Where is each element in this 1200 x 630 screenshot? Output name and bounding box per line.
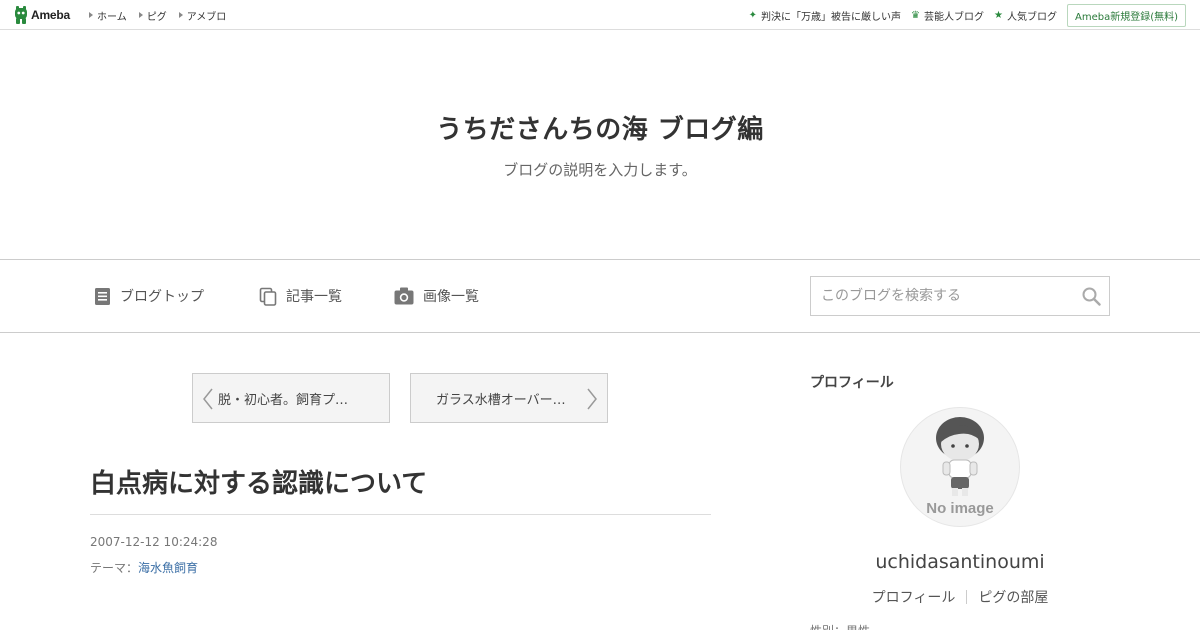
blog-header: うちださんちの海 ブログ編 ブログの説明を入力します。: [0, 31, 1200, 259]
chevron-right-icon: [587, 388, 597, 410]
global-nav-label: ピグ: [146, 11, 167, 23]
blog-title[interactable]: うちださんちの海 ブログ編: [0, 109, 1200, 146]
entry-theme: テーマ：海水魚飼育: [90, 559, 198, 576]
profile-links: プロフィール ピグの部屋: [810, 587, 1110, 607]
blog-nav: ブログトップ 記事一覧 画像一覧: [0, 259, 1200, 333]
next-entry-label: ガラス水槽オーバー…: [436, 392, 566, 408]
global-nav-label: アメブロ: [186, 11, 227, 23]
ameba-mascot-icon: [15, 6, 27, 24]
profile-link[interactable]: プロフィール: [872, 587, 956, 607]
entry-title[interactable]: 白点病に対する認識について: [90, 463, 427, 500]
popular-blog-label: 人気ブログ: [1006, 11, 1057, 23]
register-button[interactable]: Ameba新規登録(無料): [1066, 3, 1186, 27]
copy-icon: [259, 287, 277, 306]
search-input[interactable]: [811, 277, 1071, 315]
search-icon[interactable]: [1082, 287, 1101, 306]
global-nav-home[interactable]: ホーム: [89, 8, 127, 23]
nav-blog-top[interactable]: ブログトップ: [94, 286, 204, 306]
prev-entry-label: 脱・初心者。飼育プ…: [218, 392, 349, 408]
popular-blog-link[interactable]: ★ 人気ブログ: [994, 8, 1057, 23]
pigg-room-link[interactable]: ピグの部屋: [978, 587, 1048, 607]
nav-image-list[interactable]: 画像一覧: [394, 286, 479, 306]
global-nav-pigg[interactable]: ピグ: [138, 8, 167, 23]
entry-divider: [90, 514, 711, 515]
sparkle-icon: ✦: [748, 9, 758, 21]
news-link[interactable]: ✦ 判決に「万歳」被告に厳しい声: [749, 8, 901, 23]
global-header: Ameba ホーム ピグ アメブロ ✦ 判決に「万歳」被告に厳しい声 ♛ 芸能人…: [0, 0, 1200, 30]
entry-theme-prefix: テーマ：: [90, 561, 139, 575]
star-icon: ★: [994, 9, 1003, 21]
link-separator: [966, 590, 968, 604]
profile-username[interactable]: uchidasantinoumi: [810, 551, 1110, 573]
blog-description: ブログの説明を入力します。: [503, 161, 697, 179]
document-icon: [95, 287, 110, 305]
chevron-left-icon: [203, 388, 213, 410]
camera-icon: [394, 287, 414, 305]
profile-heading: プロフィール: [810, 375, 894, 391]
entry-date: 2007-12-12 10:24:28: [90, 535, 218, 549]
global-nav-ameblo[interactable]: アメブロ: [178, 8, 227, 23]
ameba-logo[interactable]: Ameba: [14, 6, 70, 24]
nav-entry-list[interactable]: 記事一覧: [259, 286, 342, 306]
nav-entry-list-label: 記事一覧: [286, 289, 342, 305]
no-image-label: No image: [926, 500, 994, 517]
avatar[interactable]: No image: [900, 407, 1020, 527]
header-right-links: ✦ 判決に「万歳」被告に厳しい声 ♛ 芸能人ブログ ★ 人気ブログ Ameba新…: [749, 0, 1186, 30]
logo-text: Ameba: [31, 8, 71, 22]
crown-icon: ♛: [911, 9, 921, 21]
celebrity-blog-link[interactable]: ♛ 芸能人ブログ: [911, 8, 984, 23]
triangle-right-icon: [138, 12, 143, 18]
profile-gender: 性別：男性: [810, 622, 870, 630]
global-nav: ホーム ピグ アメブロ: [89, 0, 238, 30]
celebrity-blog-label: 芸能人ブログ: [924, 11, 985, 23]
triangle-right-icon: [178, 12, 183, 18]
nav-image-list-label: 画像一覧: [423, 289, 479, 305]
entry-theme-link[interactable]: 海水魚飼育: [138, 561, 198, 575]
prev-entry-button[interactable]: 脱・初心者。飼育プ…: [192, 373, 390, 423]
next-entry-button[interactable]: ガラス水槽オーバー…: [410, 373, 608, 423]
triangle-right-icon: [89, 12, 93, 18]
global-nav-label: ホーム: [97, 11, 127, 23]
nav-blog-top-label: ブログトップ: [120, 289, 204, 305]
blog-search: [810, 276, 1110, 316]
news-link-label: 判決に「万歳」被告に厳しい声: [761, 11, 902, 23]
